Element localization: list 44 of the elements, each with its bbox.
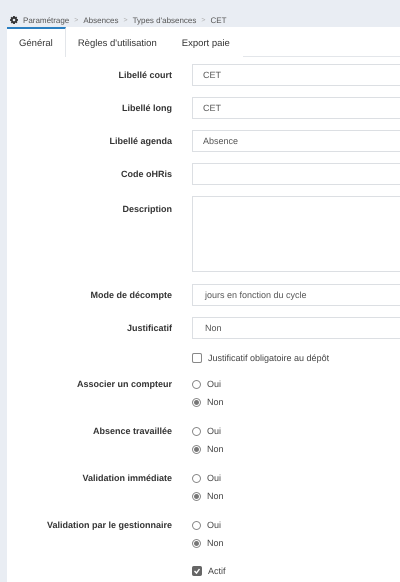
radio-button[interactable]	[192, 444, 201, 454]
field-label: Description	[121, 204, 172, 214]
select-field[interactable]: jours en fonction du cycle	[192, 284, 400, 306]
radio-button[interactable]	[192, 538, 201, 548]
breadcrumb-item[interactable]: Paramétrage	[23, 16, 70, 24]
radio-button[interactable]	[192, 426, 201, 436]
checkbox-label: Justificatif obligatoire au dépôt	[208, 353, 330, 363]
radio-button[interactable]	[192, 474, 201, 482]
field-label: Libellé court	[117, 70, 172, 80]
select-field[interactable]: Non	[192, 317, 400, 339]
radio-label: Oui	[207, 426, 222, 436]
tab[interactable]: Général	[7, 27, 66, 57]
field-label: Libellé agenda	[108, 136, 172, 146]
radio-label: Oui	[207, 379, 222, 389]
radio-label: Non	[207, 444, 224, 454]
settings-icon	[10, 16, 18, 24]
radio-label: Non	[207, 397, 224, 407]
field-label: Libellé long	[120, 103, 172, 113]
radio-label: Non	[207, 538, 224, 548]
radio-label: Oui	[207, 520, 222, 530]
field-label: Associer un compteur	[76, 379, 172, 389]
radio-button[interactable]	[192, 520, 201, 530]
checkbox[interactable]	[192, 353, 202, 363]
checkbox-label: Actif	[208, 566, 226, 576]
radio-label: Oui	[207, 473, 222, 483]
text-field[interactable]: CET	[192, 64, 400, 86]
radio-label: Non	[207, 491, 224, 501]
breadcrumb-item[interactable]: Types d'absences	[132, 16, 196, 24]
field-label: Mode de décompte	[89, 290, 172, 300]
radio-button[interactable]	[192, 380, 201, 388]
breadcrumb-item: CET	[210, 16, 226, 24]
description-field[interactable]	[192, 196, 400, 272]
field-label: Absence travaillée	[92, 426, 172, 436]
field-label: Code oHRis	[120, 169, 172, 179]
radio-button[interactable]	[192, 398, 201, 406]
text-field[interactable]: CET	[192, 97, 400, 119]
breadcrumb-item[interactable]: Absences	[83, 16, 118, 24]
field-label: Validation par le gestionnaire	[46, 520, 172, 530]
text-field[interactable]	[192, 163, 400, 185]
field-label: Validation immédiate	[81, 473, 172, 483]
field-label: Justificatif	[126, 323, 172, 333]
checkbox[interactable]	[192, 566, 202, 576]
radio-button[interactable]	[192, 492, 201, 500]
text-field[interactable]: Absence	[192, 130, 400, 152]
